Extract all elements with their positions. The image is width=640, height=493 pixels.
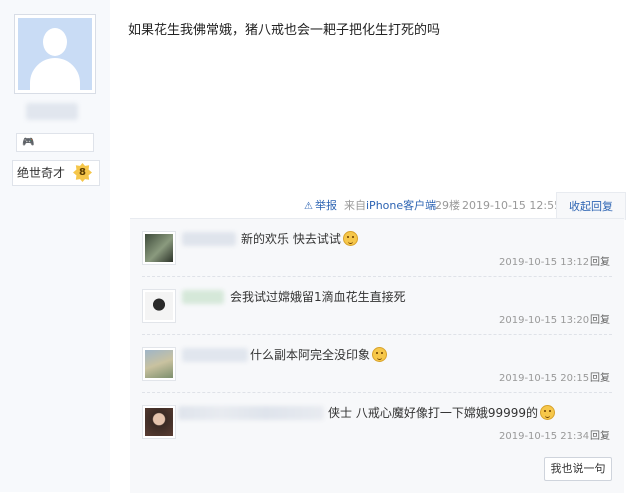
level-badge[interactable]: 绝世奇才 8	[12, 160, 100, 186]
gamepad-icon: 🎮	[22, 137, 35, 148]
smiley-icon	[342, 231, 358, 246]
report-link[interactable]: ⚠ 举报	[304, 199, 337, 213]
comment-text: 新的欢乐 快去试试	[241, 231, 358, 247]
comment-text: 会我试过嫦娥留1滴血花生直接死	[230, 290, 406, 304]
comment-time: 2019-10-15 20:15	[499, 373, 590, 384]
post-content: 如果花生我佛常娥，猪八戒也会一耙子把化生打死的吗	[128, 23, 441, 38]
blurred-commenter-name[interactable]	[182, 232, 236, 246]
comment-item: 什么副本阿完全没印象 2019-10-15 20:15 回复	[130, 335, 624, 391]
comment-text: 侠士 八戒心魔好像打一下嫦娥99999的	[328, 405, 555, 421]
source-client-link[interactable]: iPhone客户端	[366, 199, 436, 212]
user-sidebar: 🎮 绝世奇才 8	[0, 0, 110, 492]
blurred-username[interactable]	[26, 103, 78, 120]
comment-item: 会我试过嫦娥留1滴血花生直接死 2019-10-15 13:20 回复	[130, 277, 624, 333]
comment-reply-link[interactable]: 回复	[590, 257, 610, 269]
comment-avatar[interactable]	[142, 231, 176, 265]
default-avatar-icon	[18, 18, 92, 90]
level-badge-title: 绝世奇才	[17, 166, 66, 180]
user-avatar[interactable]	[14, 14, 96, 94]
smiley-icon	[540, 405, 555, 420]
add-comment-button[interactable]: 我也说一句	[544, 457, 612, 481]
comment-item: 新的欢乐 快去试试 2019-10-15 13:12 回复	[130, 219, 624, 275]
comment-avatar[interactable]	[142, 289, 176, 323]
comment-reply-link[interactable]: 回复	[590, 431, 610, 443]
game-badge[interactable]: 🎮	[16, 133, 94, 152]
post-source: 来自iPhone客户端	[344, 199, 437, 212]
comment-reply-link[interactable]: 回复	[590, 315, 610, 327]
comment-avatar[interactable]	[142, 347, 176, 381]
collapse-reply-button[interactable]: 收起回复	[556, 192, 626, 220]
comment-text: 什么副本阿完全没印象	[250, 347, 388, 363]
comment-time: 2019-10-15 13:12	[499, 257, 590, 268]
comment-time: 2019-10-15 13:20	[499, 315, 590, 326]
comment-time: 2019-10-15 21:34	[499, 431, 590, 442]
comment-avatar[interactable]	[142, 405, 176, 439]
comment-list: 新的欢乐 快去试试 2019-10-15 13:12 回复 会我试过嫦娥留1滴血…	[130, 218, 624, 493]
blurred-commenter-name[interactable]	[178, 406, 324, 420]
blurred-commenter-name[interactable]	[182, 348, 248, 362]
post-time: 2019-10-15 12:55	[462, 199, 562, 212]
comment-item: 侠士 八戒心魔好像打一下嫦娥99999的 2019-10-15 21:34 回复	[130, 393, 624, 449]
post-floor: 29楼	[435, 199, 460, 212]
warning-triangle-icon: ⚠	[304, 201, 313, 212]
level-star-icon: 8	[73, 163, 92, 182]
comment-reply-link[interactable]: 回复	[590, 373, 610, 385]
smiley-icon	[372, 347, 388, 362]
blurred-commenter-name[interactable]	[182, 290, 224, 304]
